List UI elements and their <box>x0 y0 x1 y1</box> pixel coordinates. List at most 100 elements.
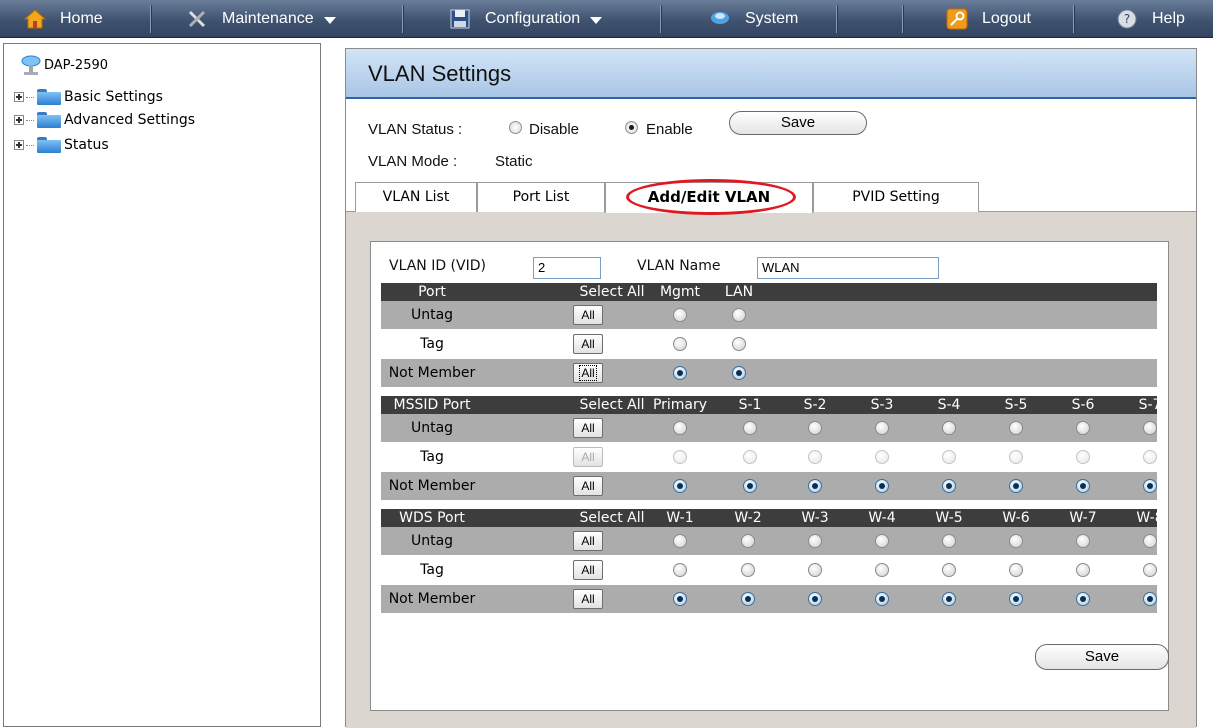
tab-port-list[interactable]: Port List <box>477 182 605 212</box>
membership-radio[interactable] <box>1009 421 1023 435</box>
nav-help[interactable]: ? Help <box>1116 0 1185 38</box>
membership-radio[interactable] <box>808 563 822 577</box>
row-label: Untag <box>410 533 454 549</box>
table-row: Not Member All <box>381 585 1157 613</box>
membership-radio[interactable] <box>875 534 889 548</box>
nav-configuration[interactable]: Configuration <box>449 0 603 38</box>
nav-help-label: Help <box>1152 10 1185 27</box>
membership-radio[interactable] <box>1143 592 1157 606</box>
membership-radio[interactable] <box>875 421 889 435</box>
select-all-not-member-button[interactable]: All <box>573 476 603 496</box>
membership-radio[interactable] <box>942 563 956 577</box>
membership-radio[interactable] <box>808 534 822 548</box>
tree-item-status[interactable]: Status <box>4 134 109 156</box>
select-all-tag-button[interactable]: All <box>573 560 603 580</box>
all-button-label: All <box>581 421 595 435</box>
table-header: Port Select All Mgmt LAN <box>381 283 1157 301</box>
chevron-down-icon <box>323 17 336 24</box>
membership-radio[interactable] <box>942 534 956 548</box>
membership-radio[interactable] <box>1076 479 1090 493</box>
membership-radio[interactable] <box>1076 450 1090 464</box>
save-button[interactable]: Save <box>1035 644 1169 670</box>
expand-icon[interactable] <box>14 140 24 150</box>
membership-radio[interactable] <box>732 308 746 322</box>
membership-radio[interactable] <box>743 479 757 493</box>
key-icon <box>946 8 968 30</box>
membership-radio[interactable] <box>1009 592 1023 606</box>
membership-radio[interactable] <box>1009 563 1023 577</box>
membership-radio[interactable] <box>942 421 956 435</box>
membership-radio[interactable] <box>741 534 755 548</box>
membership-radio[interactable] <box>1076 421 1090 435</box>
row-label: Untag <box>410 420 454 436</box>
membership-radio[interactable] <box>875 450 889 464</box>
membership-radio[interactable] <box>942 450 956 464</box>
membership-radio[interactable] <box>942 592 956 606</box>
membership-radio[interactable] <box>673 592 687 606</box>
membership-radio[interactable] <box>732 337 746 351</box>
membership-radio[interactable] <box>673 308 687 322</box>
membership-radio[interactable] <box>1143 563 1157 577</box>
membership-radio[interactable] <box>673 421 687 435</box>
tree-root[interactable]: DAP-2590 <box>20 54 108 76</box>
membership-radio[interactable] <box>1143 421 1157 435</box>
membership-radio[interactable] <box>808 479 822 493</box>
membership-radio[interactable] <box>732 366 746 380</box>
membership-radio[interactable] <box>1076 534 1090 548</box>
nav-system[interactable]: System <box>709 0 798 38</box>
membership-radio[interactable] <box>875 479 889 493</box>
membership-radio[interactable] <box>741 563 755 577</box>
column-header: Port <box>418 284 446 300</box>
select-all-not-member-button[interactable]: All <box>573 589 603 609</box>
vlan-status-enable-radio[interactable] <box>625 121 638 134</box>
membership-radio[interactable] <box>1143 450 1157 464</box>
select-all-not-member-button[interactable]: All <box>573 363 603 383</box>
membership-radio[interactable] <box>741 592 755 606</box>
membership-radio[interactable] <box>1009 450 1023 464</box>
expand-icon[interactable] <box>14 115 24 125</box>
select-all-untag-button[interactable]: All <box>573 418 603 438</box>
select-all-untag-button[interactable]: All <box>573 531 603 551</box>
tab-pvid-setting[interactable]: PVID Setting <box>813 182 979 212</box>
select-all-tag-button[interactable]: All <box>573 447 603 467</box>
select-all-tag-button[interactable]: All <box>573 334 603 354</box>
membership-radio[interactable] <box>1009 534 1023 548</box>
membership-radio[interactable] <box>673 534 687 548</box>
membership-radio[interactable] <box>808 450 822 464</box>
nav-logout[interactable]: Logout <box>946 0 1031 38</box>
main-panel: VLAN Settings VLAN Status : Disable Enab… <box>345 48 1197 728</box>
membership-radio[interactable] <box>1143 479 1157 493</box>
vlan-name-input[interactable]: WLAN <box>757 257 939 279</box>
nav-maintenance[interactable]: Maintenance <box>186 0 336 38</box>
wds-table: WDS Port Select All W-1 W-2 W-3 W-4 W-5 W-6 W-7 W… <box>381 509 1164 615</box>
membership-radio[interactable] <box>673 479 687 493</box>
save-button-top[interactable]: Save <box>729 111 867 135</box>
row-label: Tag <box>420 336 444 352</box>
tree-item-advanced-settings[interactable]: Advanced Settings <box>4 109 195 131</box>
membership-radio[interactable] <box>808 421 822 435</box>
tab-vlan-list[interactable]: VLAN List <box>355 182 477 212</box>
membership-radio[interactable] <box>743 450 757 464</box>
expand-icon[interactable] <box>14 92 24 102</box>
membership-radio[interactable] <box>808 592 822 606</box>
vlan-name-label: VLAN Name <box>637 258 721 274</box>
tree-item-basic-settings[interactable]: Basic Settings <box>4 86 163 108</box>
vlan-status-disable-radio[interactable] <box>509 121 522 134</box>
membership-radio[interactable] <box>1076 592 1090 606</box>
membership-radio[interactable] <box>673 366 687 380</box>
membership-radio[interactable] <box>942 479 956 493</box>
page-title: VLAN Settings <box>368 61 512 86</box>
membership-radio[interactable] <box>875 563 889 577</box>
membership-radio[interactable] <box>1076 563 1090 577</box>
membership-radio[interactable] <box>673 450 687 464</box>
membership-radio[interactable] <box>1143 534 1157 548</box>
membership-radio[interactable] <box>673 563 687 577</box>
select-all-untag-button[interactable]: All <box>573 305 603 325</box>
folder-icon <box>36 88 62 106</box>
membership-radio[interactable] <box>743 421 757 435</box>
membership-radio[interactable] <box>875 592 889 606</box>
nav-home[interactable]: Home <box>23 0 103 38</box>
membership-radio[interactable] <box>673 337 687 351</box>
vlan-id-input[interactable]: 2 <box>533 257 601 279</box>
membership-radio[interactable] <box>1009 479 1023 493</box>
